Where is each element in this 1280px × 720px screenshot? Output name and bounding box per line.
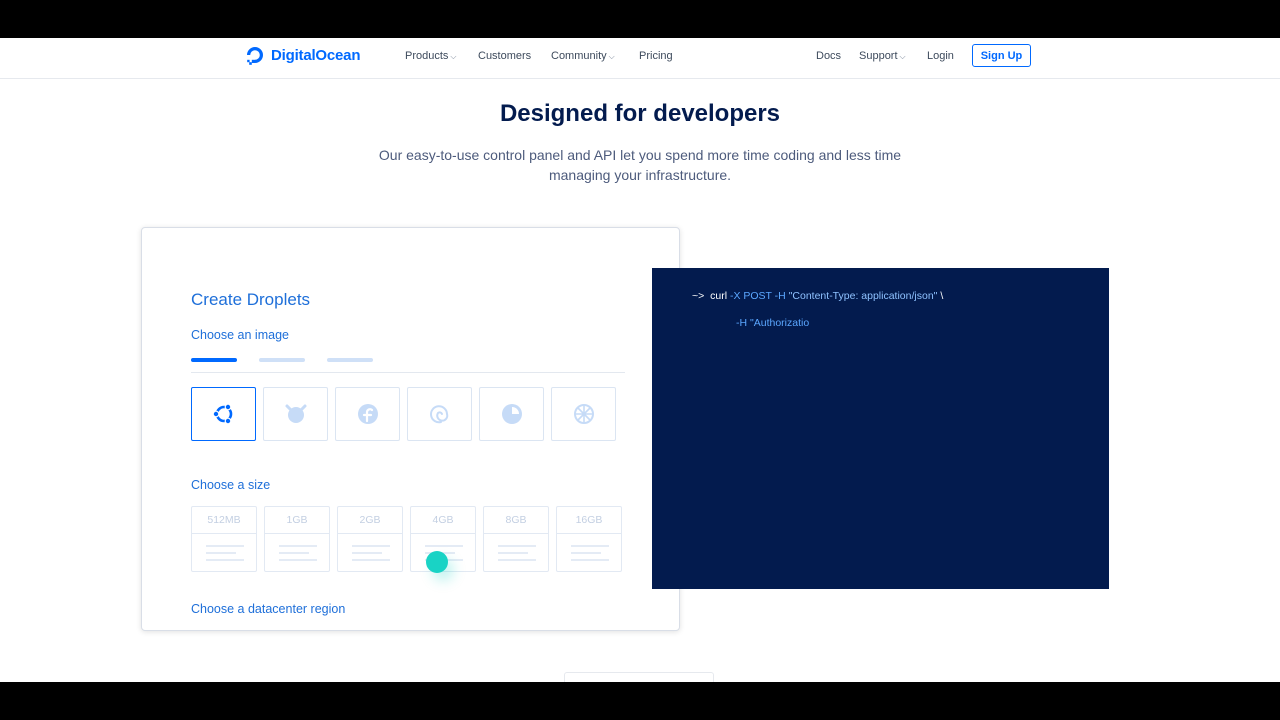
size-detail-line — [498, 552, 528, 554]
nav-products-label: Products — [405, 50, 449, 62]
section-subtitle: Our easy-to-use control panel and API le… — [360, 145, 920, 185]
fedora-icon — [357, 404, 378, 424]
chevron-down-icon: ⌵ — [608, 52, 615, 61]
size-detail-line — [206, 552, 236, 554]
nav-docs[interactable]: Docs — [816, 50, 841, 62]
next-section-peek — [564, 672, 714, 682]
size-detail-line — [498, 559, 536, 561]
terminal-line-2: -H "Authorizatio — [736, 317, 810, 329]
image-tab-one-click[interactable] — [259, 358, 305, 362]
debian-icon — [429, 405, 448, 424]
create-droplets-card: Create Droplets Choose an image Choose a… — [141, 227, 680, 631]
terminal-string: "Content-Type: application/json" — [788, 290, 938, 302]
terminal-flags: -X POST -H — [729, 290, 786, 302]
image-tabs — [191, 358, 625, 373]
size-label: 1GB — [265, 507, 329, 534]
size-detail-line — [206, 545, 244, 547]
nav-customers-label: Customers — [478, 50, 532, 62]
size-detail-line — [352, 545, 390, 547]
section-title: Designed for developers — [499, 100, 781, 127]
size-label: 4GB — [411, 507, 475, 534]
image-options — [191, 387, 616, 441]
nav-pricing-label: Pricing — [639, 50, 673, 62]
subtitle-line-1: Our easy-to-use control panel and API le… — [378, 147, 902, 163]
image-tab-snapshots[interactable] — [327, 358, 373, 362]
size-detail-line — [206, 559, 244, 561]
nav-products[interactable]: Products ⌵ — [405, 50, 457, 62]
size-detail-line — [571, 552, 601, 554]
size-detail-line — [571, 559, 609, 561]
size-label: 2GB — [338, 507, 402, 534]
nav-community-label: Community — [551, 50, 607, 62]
size-option[interactable]: 1GB — [264, 506, 330, 572]
image-option-centos[interactable] — [479, 387, 544, 441]
size-option[interactable]: 2GB — [337, 506, 403, 572]
size-options: 512MB 1GB 2GB 4GB 8GB 16GB — [191, 506, 622, 572]
image-tab-distributions[interactable] — [191, 358, 237, 362]
choose-size-label: Choose a size — [191, 478, 271, 492]
nav-docs-label: Docs — [816, 50, 842, 62]
choose-image-label: Choose an image — [191, 328, 289, 342]
size-option[interactable]: 16GB — [556, 506, 622, 572]
freebsd-icon — [285, 404, 306, 423]
image-option-coreos[interactable] — [551, 387, 616, 441]
size-detail-line — [279, 552, 309, 554]
card-title: Create Droplets — [191, 290, 311, 309]
terminal-line-1: ~> curl -X POST -H "Content-Type: applic… — [692, 290, 943, 302]
size-label: 512MB — [192, 507, 256, 534]
animated-cursor — [426, 551, 448, 573]
ubuntu-icon — [212, 403, 232, 425]
brand-logo[interactable]: DigitalOcean — [245, 45, 360, 65]
size-detail-line — [352, 559, 390, 561]
coreos-icon — [573, 404, 594, 424]
nav-support-label: Support — [859, 50, 898, 62]
size-detail-line — [571, 545, 609, 547]
chevron-down-icon: ⌵ — [899, 52, 906, 61]
nav-support[interactable]: Support ⌵ — [859, 50, 906, 62]
brand-name: DigitalOcean — [271, 46, 361, 64]
image-option-debian[interactable] — [407, 387, 472, 441]
size-detail-line — [279, 545, 317, 547]
centos-icon — [501, 404, 522, 424]
nav-login-label: Login — [927, 50, 954, 62]
nav-customers[interactable]: Customers — [478, 50, 531, 62]
image-option-fedora[interactable] — [335, 387, 400, 441]
nav-login[interactable]: Login — [927, 50, 954, 62]
terminal-continuation: \ — [940, 290, 944, 302]
nav-pricing[interactable]: Pricing — [639, 50, 673, 62]
image-option-ubuntu[interactable] — [191, 387, 256, 441]
digitalocean-logo-icon — [247, 47, 263, 65]
size-label: 16GB — [557, 507, 621, 534]
terminal-prompt: ~> — [692, 290, 705, 302]
size-detail-line — [498, 545, 536, 547]
chevron-down-icon: ⌵ — [450, 52, 457, 61]
size-detail-line — [352, 552, 382, 554]
size-option[interactable]: 512MB — [191, 506, 257, 572]
api-terminal: ~> curl -X POST -H "Content-Type: applic… — [652, 268, 1109, 589]
choose-region-label: Choose a datacenter region — [191, 602, 346, 616]
size-detail-line — [279, 559, 317, 561]
size-option[interactable]: 8GB — [483, 506, 549, 572]
size-detail-line — [425, 545, 463, 547]
top-nav: DigitalOcean Products ⌵ Customers Communi… — [0, 38, 1280, 79]
terminal-command: curl — [710, 290, 728, 302]
subtitle-line-2: managing your infrastructure. — [548, 167, 732, 183]
page: DigitalOcean Products ⌵ Customers Communi… — [0, 38, 1280, 682]
image-option-freebsd[interactable] — [263, 387, 328, 441]
nav-community[interactable]: Community ⌵ — [551, 50, 615, 62]
sign-up-button[interactable]: Sign Up — [972, 44, 1031, 67]
size-label: 8GB — [484, 507, 548, 534]
